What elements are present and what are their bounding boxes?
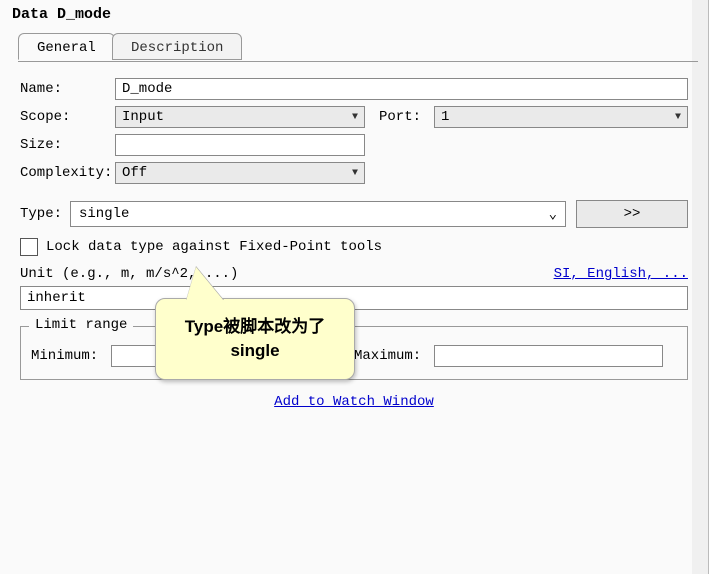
chevron-down-icon: ⌄ xyxy=(549,206,557,223)
type-label: Type: xyxy=(20,206,70,222)
maximum-label: Maximum: xyxy=(354,348,434,364)
vertical-scrollbar[interactable] xyxy=(692,0,708,574)
size-label: Size: xyxy=(20,137,115,153)
size-input[interactable] xyxy=(115,134,365,156)
scope-value: Input xyxy=(122,109,164,125)
type-more-button[interactable]: >> xyxy=(576,200,688,228)
chevron-down-icon: ▼ xyxy=(352,112,358,123)
maximum-input[interactable] xyxy=(434,345,663,367)
scope-dropdown[interactable]: Input ▼ xyxy=(115,106,365,128)
name-label: Name: xyxy=(20,81,115,97)
tab-description-label: Description xyxy=(131,40,223,56)
minimum-label: Minimum: xyxy=(31,348,111,364)
limit-range-legend: Limit range xyxy=(29,317,133,333)
lock-label: Lock data type against Fixed-Point tools xyxy=(46,239,382,255)
port-value: 1 xyxy=(441,109,449,125)
annotation-text: Type被脚本改为了single xyxy=(164,315,346,363)
port-label: Port: xyxy=(379,109,434,125)
lock-checkbox[interactable] xyxy=(20,238,38,256)
panel-title: Data D_mode xyxy=(0,0,708,29)
chevron-down-icon: ▼ xyxy=(675,112,681,123)
tab-general-label: General xyxy=(37,40,96,56)
type-value: single xyxy=(79,206,129,222)
scope-label: Scope: xyxy=(20,109,115,125)
complexity-value: Off xyxy=(122,165,147,181)
port-dropdown[interactable]: 1 ▼ xyxy=(434,106,688,128)
type-more-label: >> xyxy=(624,206,641,222)
complexity-label: Complexity: xyxy=(20,165,115,181)
complexity-dropdown[interactable]: Off ▼ xyxy=(115,162,365,184)
name-input[interactable] xyxy=(115,78,688,100)
tab-description[interactable]: Description xyxy=(112,33,242,60)
type-dropdown[interactable]: single ⌄ xyxy=(70,201,566,227)
add-to-watch-link[interactable]: Add to Watch Window xyxy=(274,394,434,410)
tab-general[interactable]: General xyxy=(18,33,115,60)
tab-strip: General Description xyxy=(18,33,698,62)
unit-systems-link[interactable]: SI, English, ... xyxy=(554,266,688,282)
chevron-down-icon: ▼ xyxy=(352,168,358,179)
annotation-callout: Type被脚本改为了single xyxy=(155,298,355,380)
